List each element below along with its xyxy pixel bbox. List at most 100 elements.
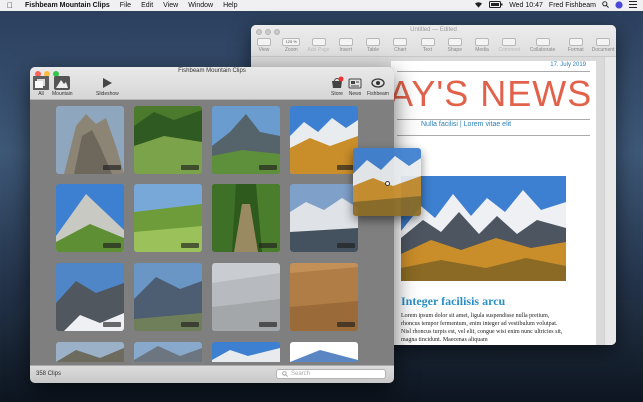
add-page-label: Add Page: [307, 47, 330, 53]
clip-count: 358 Clips: [36, 371, 62, 377]
clip-thumbnail[interactable]: [56, 184, 124, 252]
battery-icon[interactable]: [489, 1, 503, 10]
media-label: Media: [475, 47, 489, 53]
slideshow-button[interactable]: Slideshow: [96, 76, 119, 97]
news-button[interactable]: News: [348, 76, 362, 97]
clip-thumbnail[interactable]: [56, 263, 124, 331]
pages-window-title: Untitled — Edited: [410, 27, 457, 33]
wifi-icon[interactable]: [474, 1, 483, 10]
notification-center-icon[interactable]: [629, 1, 637, 10]
news-icon: [348, 78, 362, 89]
cursor-icon: [385, 181, 390, 186]
clip-thumbnail[interactable]: [212, 184, 280, 252]
chart-button[interactable]: Chart: [390, 38, 410, 53]
doc-subheading: Nulla facilisi | Lorem vitae elit: [421, 121, 512, 128]
table-button[interactable]: Table: [363, 38, 383, 53]
apple-icon[interactable]: : [0, 1, 20, 10]
search-field[interactable]: Search: [276, 369, 386, 379]
search-icon[interactable]: [602, 1, 609, 10]
news-label: News: [348, 91, 362, 97]
menu-view[interactable]: View: [158, 2, 183, 9]
search-placeholder: Search: [291, 370, 311, 377]
menu-file[interactable]: File: [115, 2, 136, 9]
clip-thumbnail[interactable]: [212, 263, 280, 331]
table-label: Table: [367, 47, 379, 53]
format-sidebar: [604, 57, 616, 345]
video-badge-icon: [103, 165, 121, 170]
fishbeam-button[interactable]: Fishbeam: [367, 76, 389, 97]
text-button[interactable]: Text: [418, 38, 438, 53]
document-button[interactable]: Document: [591, 38, 615, 53]
all-label: All: [38, 91, 44, 97]
clip-thumbnail[interactable]: [134, 342, 202, 362]
slideshow-label: Slideshow: [96, 91, 119, 97]
clip-thumbnail[interactable]: [290, 184, 358, 252]
shape-icon: [447, 38, 462, 46]
clip-thumbnail[interactable]: [56, 106, 124, 174]
format-icon: [568, 38, 583, 46]
comment-button[interactable]: Comment: [498, 38, 520, 53]
video-badge-icon: [337, 322, 355, 327]
play-icon: [103, 78, 113, 88]
doc-mountain-image[interactable]: [401, 176, 566, 286]
chart-icon: [393, 38, 408, 46]
clips-window: Fishbeam Mountain Clips All Mountain Sli…: [30, 67, 394, 383]
clip-thumbnail[interactable]: [212, 106, 280, 174]
dragged-clip[interactable]: [353, 148, 421, 216]
document-page[interactable]: 17. July 2019 AY'S NEWS Nulla facilisi |…: [391, 61, 596, 345]
search-icon: [282, 371, 288, 377]
clip-thumbnail[interactable]: [290, 106, 358, 174]
doc-paragraph: Lorem ipsum dolor sit amet, ligula suspe…: [401, 313, 563, 343]
media-button[interactable]: Media: [472, 38, 492, 53]
zoom-control[interactable]: 125 % Zoom: [281, 38, 301, 53]
menu-bar:  Fishbeam Mountain Clips File Edit View…: [0, 0, 643, 11]
clip-thumbnail[interactable]: [134, 106, 202, 174]
clips-toolbar: Fishbeam Mountain Clips All Mountain Sli…: [30, 67, 394, 100]
clip-thumbnail[interactable]: [290, 342, 358, 362]
menu-window[interactable]: Window: [183, 2, 218, 9]
siri-icon[interactable]: [615, 0, 623, 11]
menu-help[interactable]: Help: [218, 2, 242, 9]
clip-thumbnail[interactable]: [290, 263, 358, 331]
doc-headline: AY'S NEWS: [391, 73, 593, 114]
video-badge-icon: [181, 165, 199, 170]
zoom-value: 125 %: [282, 38, 301, 46]
store-button[interactable]: Store: [330, 76, 344, 97]
user-name[interactable]: Fred Fishbeam: [549, 2, 596, 9]
clip-thumbnail[interactable]: [212, 342, 280, 362]
comment-icon: [502, 38, 517, 46]
clock[interactable]: Wed 10:47: [509, 2, 543, 9]
menu-app-name[interactable]: Fishbeam Mountain Clips: [20, 2, 115, 9]
video-badge-icon: [181, 243, 199, 248]
view-button[interactable]: View: [254, 38, 274, 53]
format-button[interactable]: Format: [566, 38, 586, 53]
clips-window-title: Fishbeam Mountain Clips: [178, 68, 246, 74]
clip-thumbnail[interactable]: [134, 184, 202, 252]
video-badge-icon: [259, 243, 277, 248]
view-icon: [257, 38, 271, 46]
video-badge-icon: [337, 243, 355, 248]
menu-edit[interactable]: Edit: [136, 2, 158, 9]
doc-heading: Integer facilisis arcu: [401, 294, 506, 308]
fishbeam-label: Fishbeam: [367, 91, 389, 97]
clip-thumbnail[interactable]: [134, 263, 202, 331]
collaborate-button[interactable]: Collaborate: [527, 38, 559, 53]
clips-grid: [48, 102, 386, 362]
insert-label: Insert: [339, 47, 352, 53]
add-page-button[interactable]: Add Page: [307, 38, 330, 53]
shape-button[interactable]: Shape: [445, 38, 465, 53]
store-icon: [332, 76, 344, 88]
pages-toolbar: Untitled — Edited View 125 % Zoom Add Pag…: [251, 25, 616, 57]
fishbeam-eye-icon: [371, 78, 385, 88]
document-label: Document: [591, 47, 615, 53]
all-button[interactable]: All: [33, 76, 49, 97]
insert-button[interactable]: Insert: [336, 38, 356, 53]
mountain-icon: [54, 76, 71, 90]
clip-thumbnail[interactable]: [56, 342, 124, 362]
collaborate-icon: [535, 38, 550, 46]
video-badge-icon: [103, 243, 121, 248]
mountain-button[interactable]: Mountain: [52, 76, 73, 97]
store-label: Store: [331, 91, 343, 97]
chart-label: Chart: [394, 47, 407, 53]
document-icon: [596, 38, 610, 46]
